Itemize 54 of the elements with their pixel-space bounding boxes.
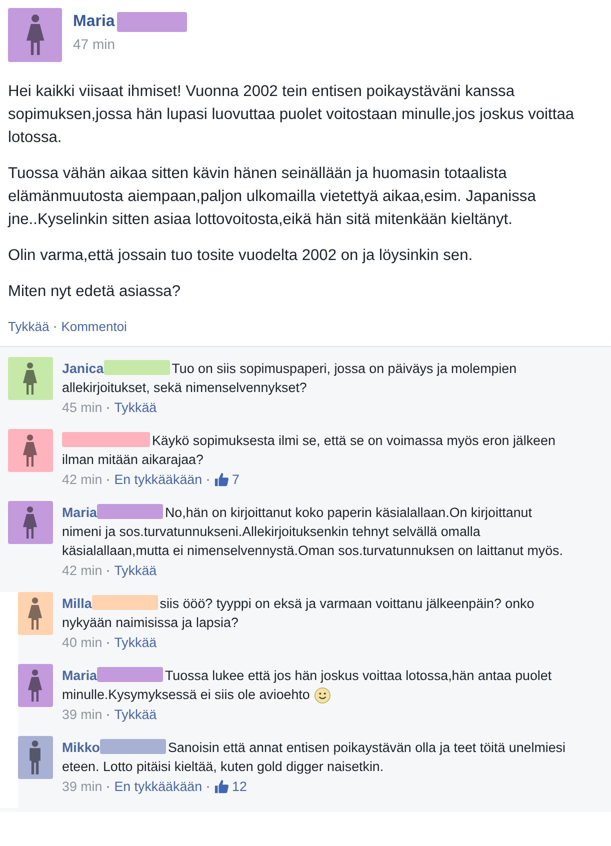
name-redaction: [104, 360, 170, 375]
action-link[interactable]: Tykkää: [8, 319, 50, 334]
avatar[interactable]: [18, 664, 53, 707]
action-link[interactable]: Kommentoi: [61, 319, 127, 334]
name-redaction: [92, 595, 158, 610]
like-count: 12: [232, 779, 247, 794]
woman-icon: [26, 596, 45, 630]
name-redaction: [96, 667, 163, 682]
like-link[interactable]: Tykkää: [114, 563, 157, 578]
thumbs-up-icon: [214, 472, 230, 487]
woman-icon: [21, 434, 40, 468]
like-link[interactable]: En tykkääkään: [114, 779, 202, 794]
avatar[interactable]: [18, 736, 53, 779]
woman-icon: [21, 362, 40, 396]
comment-time: 39 min: [62, 707, 102, 722]
author-name[interactable]: Mikko: [62, 740, 100, 755]
author-name[interactable]: Milla: [62, 596, 92, 611]
like-link[interactable]: En tykkääkään: [114, 472, 202, 487]
thumbs-up-icon: [214, 779, 230, 794]
comment-text: Mikko Sanoisin että annat entisen poikaystävän olla ja teet töitä unelmiesi eteen. Lotto pitäisi kieltää, kuten gold digger naisetkin.: [62, 738, 566, 776]
author-name[interactable]: Maria: [62, 668, 97, 683]
like-link[interactable]: Tykkää: [114, 707, 157, 722]
author-name[interactable]: Janica: [62, 361, 104, 376]
woman-icon: [24, 14, 46, 56]
comment-time: 42 min: [62, 472, 102, 487]
comment-text: Maria Tuossa lukee että jos hän joskus voittaa lotossa,hän antaa puolet minulle.Kysymyksessä ei siis ole avioehto: [62, 666, 553, 704]
author-name[interactable]: Maria: [62, 505, 97, 520]
post-time: 47 min: [73, 36, 116, 52]
post-paragraph: Olin varma,että jossain tuo tosite vuodelta 2002 on ja löysinkin sen.: [8, 246, 474, 266]
like-link[interactable]: Tykkää: [114, 400, 157, 415]
avatar[interactable]: [8, 501, 53, 544]
avatar[interactable]: [8, 8, 62, 62]
name-redaction: [116, 12, 187, 32]
like-link[interactable]: Tykkää: [114, 635, 157, 650]
like-count: 7: [232, 472, 240, 487]
woman-icon: [26, 668, 45, 702]
name-redaction: [100, 739, 166, 754]
name-redaction: [96, 504, 163, 519]
comment-text: Milla siis ööö? tyyppi on eksä ja varmaan voittanu jälkeenpäin? onko nykyään naimisissa ja lapsia?: [62, 594, 536, 632]
author-name[interactable]: Maria: [73, 13, 115, 31]
avatar[interactable]: [18, 592, 53, 635]
post-paragraph: Miten nyt edetä asiassa?: [8, 282, 182, 302]
comment-time: 42 min: [62, 563, 102, 578]
woman-icon: [21, 506, 40, 540]
comment-time: 39 min: [62, 779, 102, 794]
post-paragraph: Tuossa vähän aikaa sitten kävin hänen seinällään ja huomasin totaalista elämänmuutosta aiempaan,paljon ulkomailla vietettyä aikaa,esim. Japanissa jne..Kyselinkin sitten asiaa lottovoitosta,eikä hän sitä mitenkään kieltänyt.: [8, 164, 537, 230]
post-paragraph: Hei kaikki viisaat ihmiset! Vuonna 2002 tein entisen poikaystäväni kanssa sopimuksen,jossa hän lupasi luovuttaa puolet voitostaan minulle,jos joskus voittaa lotossa.: [8, 82, 576, 148]
comment-text: Janica Tuo on siis sopimuspaperi, jossa on päiväys ja molempien allekirjoitukset, sekä nimenselvennykset?: [62, 359, 518, 397]
comment-time: 40 min: [62, 635, 102, 650]
comment-text: Käykö sopimuksesta ilmi se, että se on voimassa myös eron jälkeen ilman mitään aikarajaa?: [62, 431, 556, 469]
avatar[interactable]: [8, 357, 53, 400]
comment-time: 45 min: [62, 400, 102, 415]
avatar[interactable]: [8, 429, 53, 472]
comment-text: Maria No,hän on kirjoittanut koko paperin käsialallaan.On kirjoittanut nimeni ja sos.turvatunnukseni.Allekirjoituksenkin tehnyt selvällä omalla käsialallaan,mutta ei nimenselvennystä.Oman sos.turvatunnuksen on laittanut myös.: [62, 503, 564, 560]
